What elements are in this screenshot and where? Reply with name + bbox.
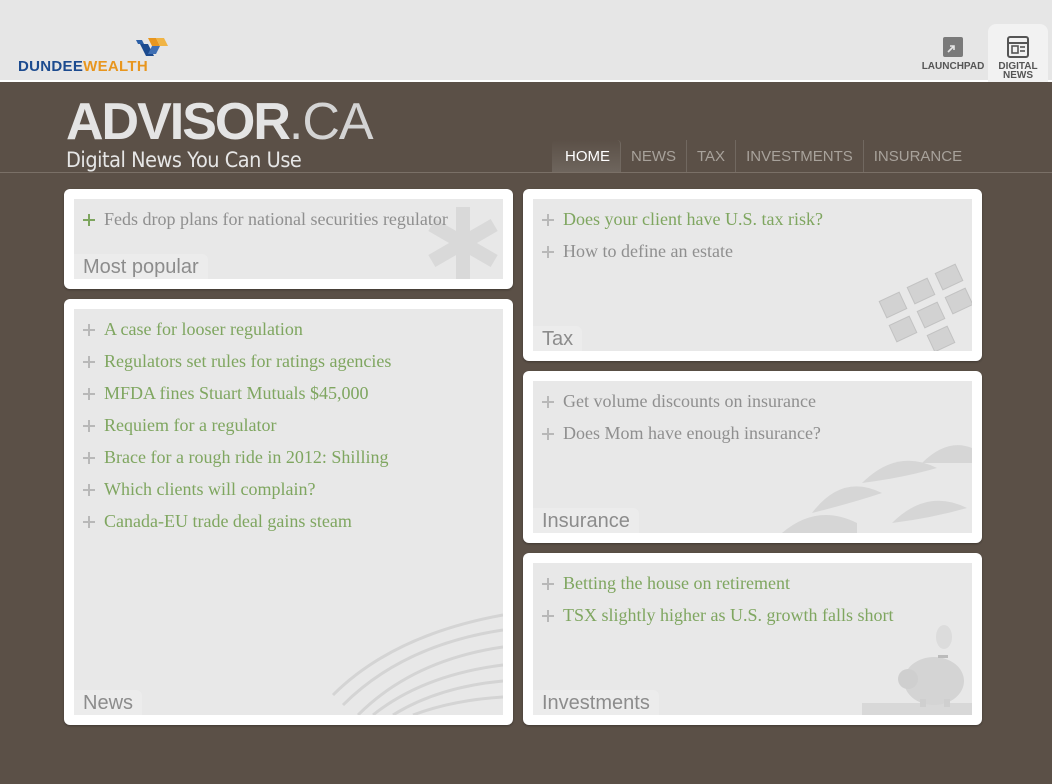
article-link[interactable]: Does your client have U.S. tax risk?: [563, 209, 823, 229]
list-item[interactable]: Brace for a rough ride in 2012: Shilling: [83, 441, 493, 473]
most-popular-title: Most popular: [74, 254, 208, 279]
article-link[interactable]: Brace for a rough ride in 2012: Shilling: [104, 447, 388, 467]
launchpad-button[interactable]: LAUNCHPAD: [918, 24, 988, 82]
article-link[interactable]: TSX slightly higher as U.S. growth falls…: [563, 605, 894, 625]
calculator-keys-icon: [878, 263, 972, 351]
dundeewealth-wordmark: DUNDEEWEALTH: [18, 58, 148, 75]
most-popular-panel-body: Feds drop plans for national securities …: [74, 199, 503, 279]
digital-news-button[interactable]: DIGITAL NEWS: [988, 24, 1048, 82]
list-item[interactable]: A case for looser regulation: [83, 313, 493, 345]
tax-panel-body: Does your client have U.S. tax risk? How…: [533, 199, 972, 351]
article-link[interactable]: Requiem for a regulator: [104, 415, 276, 435]
tax-title: Tax: [533, 326, 583, 351]
list-item[interactable]: MFDA fines Stuart Mutuals $45,000: [83, 377, 493, 409]
top-bar: DUNDEEWEALTH LAUNCHPAD DIGITAL NEWS: [0, 0, 1052, 82]
list-item[interactable]: Does Mom have enough insurance?: [542, 417, 962, 449]
plus-icon: [83, 324, 95, 336]
digital-news-icon: [1007, 36, 1029, 58]
insurance-list: Get volume discounts on insurance Does M…: [542, 385, 962, 449]
investments-panel: Betting the house on retirement TSX slig…: [523, 553, 982, 725]
list-item[interactable]: How to define an estate: [542, 235, 962, 267]
plus-icon: [542, 578, 554, 590]
article-link[interactable]: Does Mom have enough insurance?: [563, 423, 821, 443]
plus-icon: [83, 516, 95, 528]
insurance-panel-body: Get volume discounts on insurance Does M…: [533, 381, 972, 533]
nav-item-insurance[interactable]: INSURANCE: [864, 140, 972, 172]
article-link[interactable]: Which clients will complain?: [104, 479, 315, 499]
list-item[interactable]: Does your client have U.S. tax risk?: [542, 203, 962, 235]
list-item[interactable]: Which clients will complain?: [83, 473, 493, 505]
most-popular-list: Feds drop plans for national securities …: [83, 203, 493, 235]
insurance-title: Insurance: [533, 508, 639, 533]
newspaper-icon: [331, 613, 503, 715]
plus-icon: [542, 246, 554, 258]
investments-panel-body: Betting the house on retirement TSX slig…: [533, 563, 972, 715]
advisor-ca-logo[interactable]: ADVISOR.CA Digital News You Can Use: [66, 93, 374, 172]
plus-icon: [83, 214, 95, 226]
list-item[interactable]: Canada-EU trade deal gains steam: [83, 505, 493, 537]
nav-item-investments[interactable]: INVESTMENTS: [736, 140, 864, 172]
nav-item-tax[interactable]: TAX: [687, 140, 737, 172]
plus-icon: [542, 214, 554, 226]
brand-tagline: Digital News You Can Use: [66, 148, 302, 172]
dundeewealth-logo-mark-icon: [136, 38, 168, 56]
dundeewealth-logo[interactable]: DUNDEEWEALTH: [18, 36, 168, 75]
plus-icon: [542, 428, 554, 440]
list-item[interactable]: Betting the house on retirement: [542, 567, 962, 599]
plus-icon: [83, 420, 95, 432]
list-item[interactable]: TSX slightly higher as U.S. growth falls…: [542, 599, 962, 631]
plus-icon: [83, 388, 95, 400]
list-item[interactable]: Get volume discounts on insurance: [542, 385, 962, 417]
header-divider: [0, 172, 1052, 173]
nav-item-home[interactable]: HOME: [552, 140, 621, 172]
article-link[interactable]: Canada-EU trade deal gains steam: [104, 511, 352, 531]
launchpad-label: LAUNCHPAD: [921, 61, 985, 72]
plus-icon: [83, 356, 95, 368]
news-title: News: [74, 690, 143, 715]
investments-list: Betting the house on retirement TSX slig…: [542, 567, 962, 631]
article-link[interactable]: Feds drop plans for national securities …: [104, 209, 448, 229]
logo-part-dundee: DUNDEE: [18, 58, 84, 75]
investments-title: Investments: [533, 690, 659, 715]
article-link[interactable]: Get volume discounts on insurance: [563, 391, 816, 411]
tax-list: Does your client have U.S. tax risk? How…: [542, 203, 962, 267]
news-panel-body: A case for looser regulation Regulators …: [74, 309, 503, 715]
article-link[interactable]: MFDA fines Stuart Mutuals $45,000: [104, 383, 369, 403]
article-link[interactable]: Regulators set rules for ratings agencie…: [104, 351, 391, 371]
list-item[interactable]: Feds drop plans for national securities …: [83, 203, 493, 235]
article-link[interactable]: A case for looser regulation: [104, 319, 303, 339]
main-nav: HOME NEWS TAX INVESTMENTS INSURANCE: [552, 140, 972, 172]
list-item[interactable]: Requiem for a regulator: [83, 409, 493, 441]
digital-news-label-line2: NEWS: [1003, 70, 1033, 81]
plus-icon: [542, 610, 554, 622]
article-link[interactable]: How to define an estate: [563, 241, 733, 261]
brand-name-main: ADVISOR: [66, 93, 291, 151]
plus-icon: [542, 396, 554, 408]
article-link[interactable]: Betting the house on retirement: [563, 573, 790, 593]
list-item[interactable]: Regulators set rules for ratings agencie…: [83, 345, 493, 377]
plus-icon: [83, 484, 95, 496]
tax-panel: Does your client have U.S. tax risk? How…: [523, 189, 982, 361]
news-panel: A case for looser regulation Regulators …: [64, 299, 513, 725]
most-popular-panel: Feds drop plans for national securities …: [64, 189, 513, 289]
brand-name: ADVISOR.CA: [66, 93, 374, 151]
insurance-panel: Get volume discounts on insurance Does M…: [523, 371, 982, 543]
plus-icon: [83, 452, 95, 464]
news-list: A case for looser regulation Regulators …: [83, 313, 493, 537]
logo-part-wealth: WEALTH: [83, 58, 148, 75]
nav-item-news[interactable]: NEWS: [621, 140, 687, 172]
launchpad-icon: [943, 37, 963, 57]
brand-name-suffix: .CA: [288, 93, 374, 151]
